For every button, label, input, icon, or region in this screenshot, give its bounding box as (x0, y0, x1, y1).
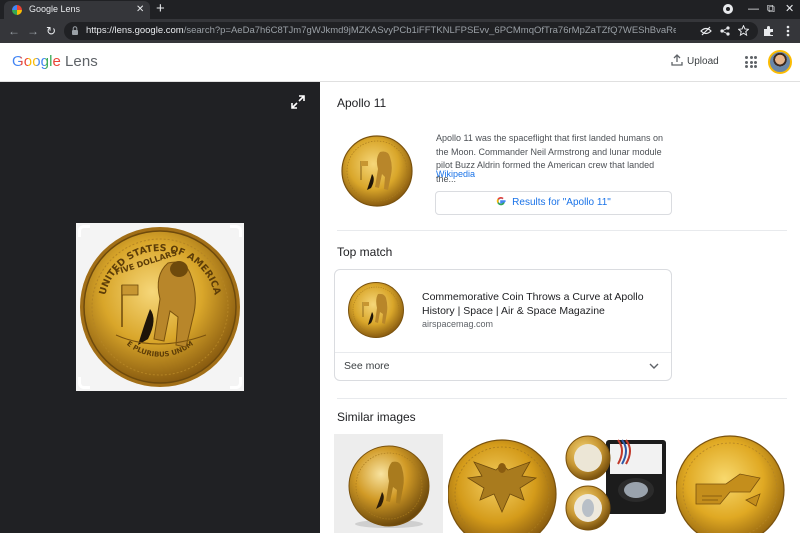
wikipedia-link[interactable]: Wikipedia (436, 169, 475, 179)
extensions-puzzle-icon[interactable] (763, 25, 775, 37)
share-icon[interactable] (720, 26, 730, 36)
browser-tab[interactable]: Google Lens ✕ (4, 1, 150, 19)
account-avatar[interactable] (768, 50, 792, 74)
similar-image-4-picture (676, 435, 785, 533)
section-divider (337, 230, 787, 231)
back-button[interactable]: ← (8, 23, 20, 39)
close-window-button[interactable]: ✕ (785, 0, 794, 18)
restore-button[interactable]: ⧉ (767, 0, 775, 18)
upload-button[interactable]: Upload (671, 54, 719, 67)
similar-image-3-picture (565, 435, 666, 531)
crop-corner-bottom-right[interactable] (230, 377, 242, 389)
browser-menu-icon[interactable] (786, 25, 790, 37)
top-match-title[interactable]: Commemorative Coin Throws a Curve at Apo… (422, 290, 662, 318)
top-match-heading: Top match (337, 245, 393, 259)
expand-fullscreen-icon[interactable] (290, 94, 306, 110)
google-lens-favicon-icon (12, 5, 22, 15)
knowledge-panel-title: Apollo 11 (337, 96, 387, 110)
logo-lens-text: Lens (64, 53, 98, 70)
logo-google-text: Google (12, 53, 61, 70)
google-lens-logo[interactable]: Google Lens (12, 53, 98, 70)
minimize-button[interactable]: — (748, 0, 759, 18)
bookmark-star-icon[interactable] (738, 25, 749, 36)
card-separator (335, 352, 671, 353)
similar-image-1[interactable] (334, 434, 443, 533)
address-bar[interactable]: https://lens.google.com/search?p=AeDa7h6… (64, 22, 758, 40)
crop-corner-top-right[interactable] (230, 225, 242, 237)
browser-toolbar: ← → ↻ https://lens.google.com/search?p=A… (0, 19, 800, 43)
similar-image-3[interactable] (562, 434, 671, 533)
query-image-crop[interactable]: UNITED STATES OF AMERICA FIVE DOLLARS E … (76, 223, 244, 391)
browser-tab-strip: Google Lens ✕ + — ⧉ ✕ (0, 0, 800, 19)
top-match-card[interactable]: Commemorative Coin Throws a Curve at Apo… (334, 269, 672, 381)
section-divider (337, 398, 787, 399)
record-icon[interactable] (723, 4, 733, 14)
crop-corner-bottom-left[interactable] (78, 377, 90, 389)
similar-image-2-picture (448, 439, 557, 533)
similar-image-1-picture (348, 445, 430, 528)
lens-header: Google Lens Upload (0, 43, 800, 82)
google-apps-icon[interactable] (745, 56, 757, 68)
top-match-site: airspacemag.com (422, 319, 494, 329)
tab-title: Google Lens (29, 4, 81, 14)
crop-corner-top-left[interactable] (78, 225, 90, 237)
close-tab-icon[interactable]: ✕ (136, 3, 144, 17)
forward-button[interactable]: → (27, 23, 39, 39)
url-text: https://lens.google.com/search?p=AeDa7h6… (86, 25, 676, 36)
results-for-label: Results for "Apollo 11" (512, 197, 611, 208)
new-tab-button[interactable]: + (156, 0, 165, 18)
see-more-button[interactable]: See more (344, 360, 390, 372)
coin-query-image: UNITED STATES OF AMERICA FIVE DOLLARS E … (80, 227, 240, 387)
chevron-down-icon[interactable] (649, 362, 659, 370)
similar-image-4[interactable] (676, 434, 785, 533)
eye-off-icon[interactable] (700, 26, 712, 36)
google-g-icon (496, 196, 506, 206)
reload-button[interactable]: ↻ (46, 23, 56, 39)
query-image-panel: UNITED STATES OF AMERICA FIVE DOLLARS E … (0, 82, 320, 533)
similar-images-heading: Similar images (337, 410, 416, 424)
lock-icon (72, 26, 78, 35)
similar-image-2[interactable] (448, 434, 557, 533)
upload-label: Upload (687, 56, 719, 67)
knowledge-panel-image[interactable] (340, 134, 414, 208)
top-match-thumbnail (348, 282, 404, 338)
results-for-button[interactable]: Results for "Apollo 11" (435, 191, 672, 215)
upload-icon (671, 54, 683, 66)
results-panel: Apollo 11 Apollo 11 was the spaceflight … (320, 82, 800, 533)
